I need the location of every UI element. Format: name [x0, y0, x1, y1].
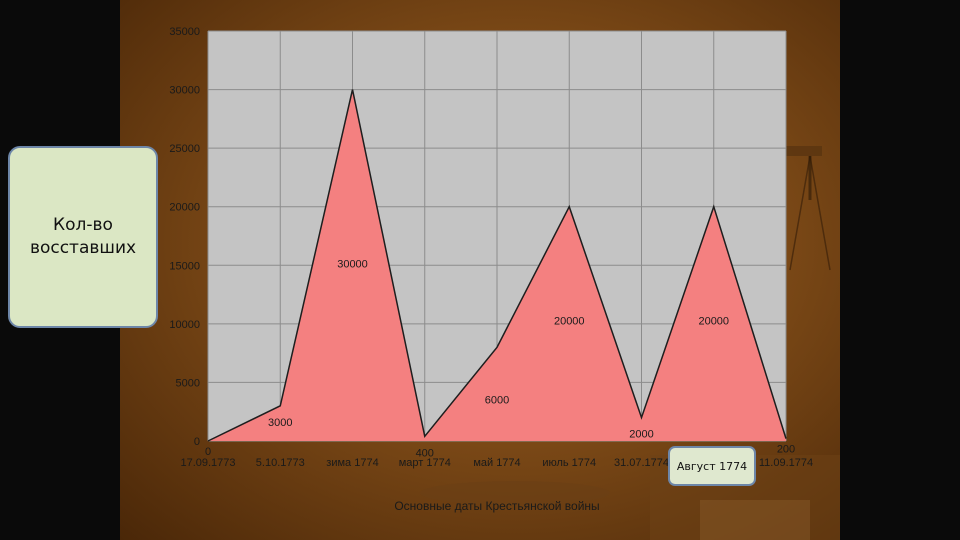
y-tick-label-2: 10000: [169, 319, 200, 331]
data-label-0: 0: [205, 446, 211, 458]
data-label-6: 2000: [629, 429, 653, 441]
data-label-1: 3000: [268, 417, 292, 429]
y-tick-label-4: 20000: [169, 202, 200, 214]
x-tick-label-6: 31.07.1774: [614, 457, 669, 469]
x-tick-label-5: июль 1774: [542, 457, 596, 469]
highlight-callout: Август 1774: [668, 446, 756, 486]
data-label-8: 200: [777, 444, 795, 456]
y-axis-label-line-2: восставших: [29, 238, 137, 258]
y-tick-label-1: 5000: [176, 377, 200, 389]
y-tick-labels: 0 5000 10000 15000 20000 25000 30000 35000: [169, 26, 200, 448]
y-tick-label-5: 25000: [169, 143, 200, 155]
data-label-4: 6000: [485, 394, 509, 406]
y-tick-label-0: 0: [194, 436, 200, 448]
y-tick-label-3: 15000: [169, 260, 200, 272]
x-tick-label-2: зима 1774: [326, 457, 378, 469]
y-axis-label-line-1: Кол-во: [53, 215, 113, 236]
y-tick-label-6: 30000: [169, 85, 200, 97]
data-label-7: 20000: [698, 316, 729, 328]
y-axis-label-box: Кол-во восставших: [8, 146, 158, 328]
x-tick-label-0: 17.09.1773: [180, 457, 235, 469]
data-label-3: 400: [416, 447, 434, 459]
x-tick-label-1: 5.10.1773: [256, 457, 305, 469]
data-label-5: 20000: [554, 316, 585, 328]
data-label-2: 30000: [337, 259, 368, 271]
x-axis-title: Основные даты Крестьянской войны: [394, 499, 599, 513]
x-tick-label-4: май 1774: [473, 457, 520, 469]
x-tick-label-8: 11.09.1774: [759, 457, 813, 469]
y-tick-label-7: 35000: [169, 26, 200, 38]
